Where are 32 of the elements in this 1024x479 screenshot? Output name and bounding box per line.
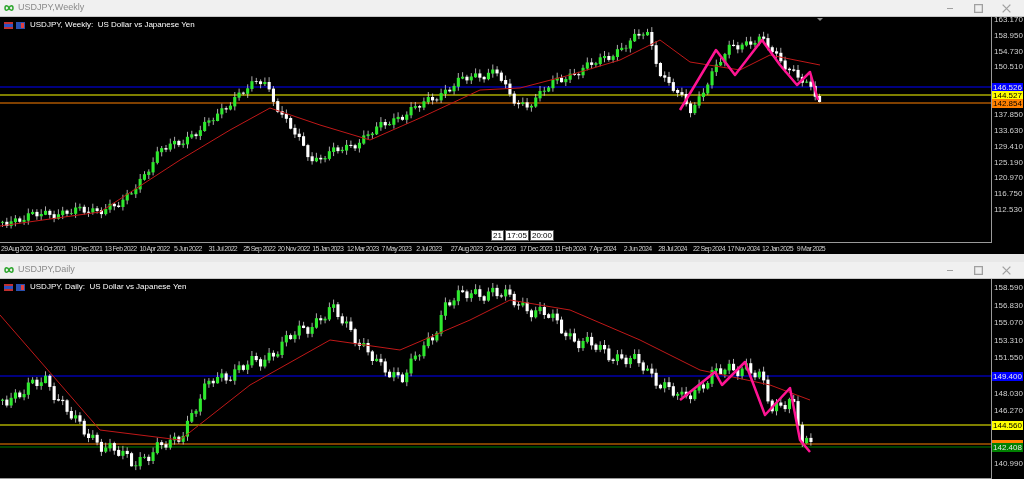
price-label: 158.950 — [994, 30, 1023, 40]
price-label: 112.530 — [994, 204, 1023, 214]
price-label: 125.190 — [994, 157, 1023, 167]
price-label: 148.030 — [994, 388, 1023, 398]
chart-title: USDJPY, Daily: US Dollar vs Japanese Yen — [30, 281, 187, 293]
price-label: 133.630 — [994, 125, 1023, 135]
price-level-badge: 142.854 — [992, 98, 1023, 108]
chart-title: USDJPY, Weekly: US Dollar vs Japanese Yen — [30, 19, 195, 31]
price-label: 156.830 — [994, 300, 1023, 310]
price-label: 151.550 — [994, 352, 1023, 362]
price-label: 116.750 — [994, 188, 1023, 198]
price-label: 150.510 — [994, 61, 1023, 71]
window-title: USDJPY,Weekly — [18, 1, 85, 15]
price-label: 146.270 — [994, 405, 1023, 415]
price-label: 140.990 — [994, 458, 1023, 468]
price-label: 129.410 — [994, 141, 1023, 151]
price-level-badge: 144.560 — [992, 420, 1023, 430]
crosshair-label: 21 — [491, 230, 504, 241]
window-title: USDJPY,Daily — [18, 263, 75, 277]
price-level-badge: 144.527 — [992, 90, 1023, 100]
price-label: 137.850 — [994, 109, 1023, 119]
crosshair-label: 20:00 — [529, 230, 554, 241]
price-level-badge: 146.526 — [992, 82, 1023, 92]
crosshair-label: 17:05 — [504, 230, 529, 241]
price-label: 153.310 — [994, 335, 1023, 345]
price-label: 158.590 — [994, 282, 1023, 292]
price-label: 163.170 — [994, 14, 1023, 24]
price-level-badge: 149.400 — [992, 371, 1023, 381]
price-level-badge: 142.408 — [992, 442, 1023, 452]
price-label: 155.070 — [994, 317, 1023, 327]
price-label: 120.970 — [994, 172, 1023, 182]
price-label: 154.730 — [994, 46, 1023, 56]
